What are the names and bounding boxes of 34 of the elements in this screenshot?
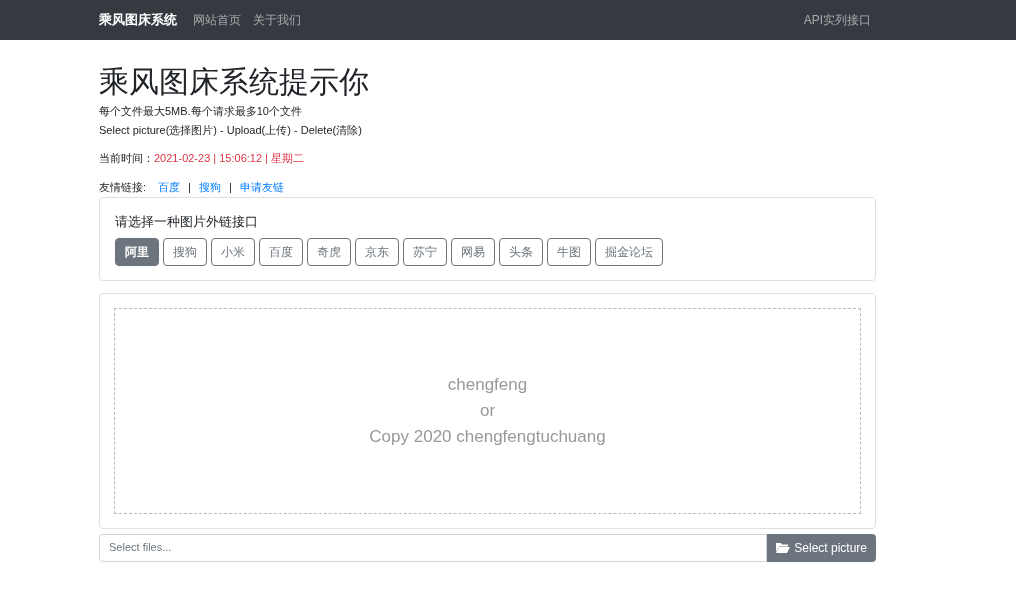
interface-option[interactable]: 奇虎 [307, 237, 351, 266]
interface-option[interactable]: 搜狗 [163, 237, 207, 266]
current-time: 2021-02-23 | 15:06:12 | 星期二 [154, 151, 305, 166]
card-title: 请选择一种图片外链接口 [115, 213, 259, 231]
interface-option[interactable]: 牛图 [547, 237, 591, 266]
nav-link[interactable]: 网站首页 [193, 11, 241, 29]
time-label: 当前时间： [99, 151, 154, 166]
note-text: Select picture(选择图片) - Upload(上传) - Delete(清除) [99, 123, 363, 138]
separator: | [228, 179, 232, 195]
note-text: 每个文件最大5MB.每个请求最多10个文件 [99, 104, 303, 119]
interface-option[interactable]: 头条 [499, 237, 543, 266]
interface-option[interactable]: 掘金论坛 [595, 237, 663, 266]
interface-option[interactable]: 网易 [451, 237, 495, 266]
interface-option[interactable]: 小米 [211, 237, 255, 266]
interface-option[interactable]: 百度 [259, 237, 303, 266]
drop-zone-text: or [479, 399, 496, 422]
friend-links-label: 友情链接: [99, 179, 147, 195]
friend-link[interactable]: 百度 [158, 178, 181, 195]
interface-option[interactable]: 苏宁 [403, 237, 447, 266]
separator: | [188, 179, 191, 195]
friend-link[interactable]: 搜狗 [198, 178, 221, 195]
friend-link[interactable]: 申请友链 [239, 178, 284, 195]
folder-icon [776, 542, 791, 553]
drop-zone-text: chengfeng [447, 373, 528, 396]
drop-zone[interactable]: chengfeng or Copy 2020 chengfengtuchuang [114, 307, 861, 514]
nav-link[interactable]: API实列接口 [803, 11, 871, 29]
interface-option[interactable]: 阿里 [115, 237, 159, 266]
brand-title[interactable]: 乘风图床系统 [99, 10, 177, 30]
drop-zone-text: Copy 2020 chengfengtuchuang [369, 425, 606, 448]
interface-option[interactable]: 京东 [355, 237, 399, 266]
file-input-field[interactable]: Select files... [99, 533, 768, 562]
select-picture-button[interactable]: Select picture [767, 533, 876, 562]
nav-link[interactable]: 关于我们 [253, 11, 301, 29]
page-heading: 乘风图床系统提示你 [99, 64, 370, 100]
